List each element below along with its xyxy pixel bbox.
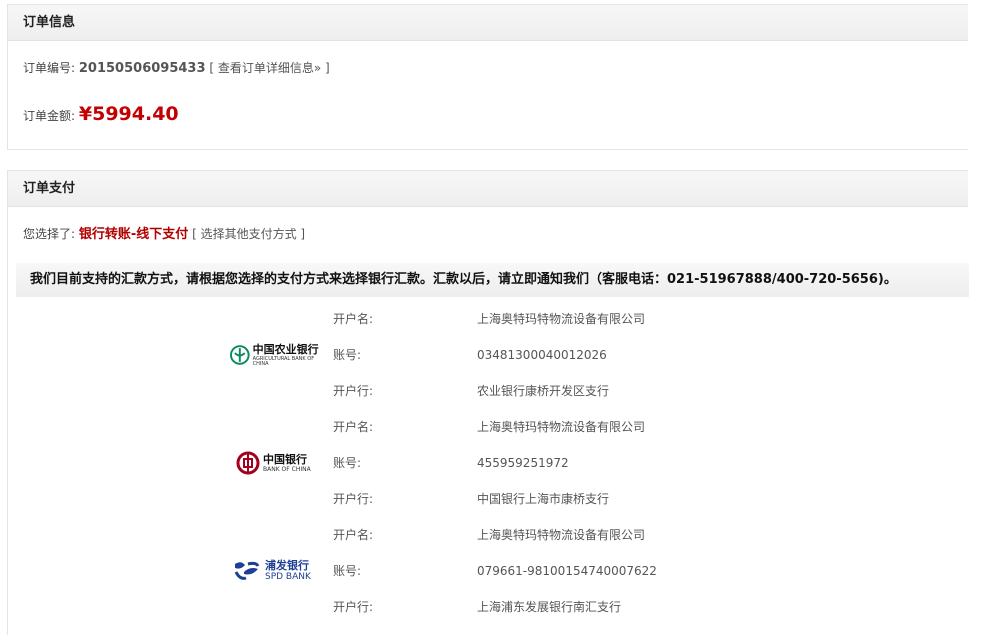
boc-bank-logo: 中国银行 BANK OF CHINA <box>230 449 330 477</box>
abc-logo-cn: 中国农业银行 <box>252 342 319 356</box>
bank-row-value: 上海奥特玛特物流设备有限公司 <box>477 312 646 326</box>
order-info-panel: 订单信息 订单编号: 20150506095433 [ 查看订单详细信息» ] … <box>7 4 968 150</box>
bank-row-value: 455959251972 <box>477 456 569 470</box>
bank-row-label: 开户名: <box>333 420 374 434</box>
order-amount-line: 订单金额: ¥5994.40 <box>23 103 179 125</box>
bank-row-label: 开户名: <box>333 312 374 326</box>
spdb-logo-en: SPD BANK <box>265 572 311 582</box>
bank-row-label: 开户行: <box>333 600 374 614</box>
order-number-label: 订单编号: <box>23 61 76 75</box>
abc-logo-icon <box>230 345 250 365</box>
order-number-line: 订单编号: 20150506095433 [ 查看订单详细信息» ] <box>23 59 330 76</box>
order-info-title: 订单信息 <box>8 5 968 41</box>
order-number: 20150506095433 <box>78 61 206 76</box>
payment-method-line: 您选择了: 银行转账-线下支付 [ 选择其他支付方式 ] <box>23 223 305 242</box>
order-amount: ¥5994.40 <box>78 103 179 125</box>
bank-row-value: 上海奥特玛特物流设备有限公司 <box>477 420 646 434</box>
remittance-notice: 我们目前支持的汇款方式，请根据您选择的支付方式来选择银行汇款。汇款以后，请立即通… <box>16 263 969 297</box>
order-payment-title: 订单支付 <box>8 171 968 207</box>
boc-logo-cn: 中国银行 <box>263 452 307 466</box>
bank-row-value: 03481300040012026 <box>477 348 607 362</box>
abc-bank-logo: 中国农业银行 AGRICULTURAL BANK OF CHINA <box>230 341 330 369</box>
bank-row-label: 账号: <box>333 564 362 578</box>
boc-logo-icon <box>236 451 260 475</box>
bank-row-value: 上海浦东发展银行南汇支行 <box>477 600 622 614</box>
spdb-logo-icon <box>234 561 260 580</box>
boc-logo-en: BANK OF CHINA <box>263 465 311 473</box>
abc-logo-en: AGRICULTURAL BANK OF CHINA <box>252 355 315 367</box>
bank-row-value: 农业银行康桥开发区支行 <box>477 384 610 398</box>
order-amount-label: 订单金额: <box>23 109 76 123</box>
payment-method: 银行转账-线下支付 <box>78 227 189 242</box>
spdb-bank-logo: 浦发银行 SPD BANK <box>230 557 330 585</box>
order-payment-panel: 订单支付 您选择了: 银行转账-线下支付 [ 选择其他支付方式 ] 我们目前支持… <box>7 170 969 635</box>
order-detail-link[interactable]: [ 查看订单详细信息» ] <box>209 61 329 75</box>
choose-other-payment-link[interactable]: [ 选择其他支付方式 ] <box>192 227 305 241</box>
bank-row-label: 开户名: <box>333 528 374 542</box>
bank-row-label: 开户行: <box>333 492 374 506</box>
spdb-logo-cn: 浦发银行 <box>265 559 309 572</box>
bank-row-value: 079661-98100154740007622 <box>477 564 657 578</box>
bank-row-label: 账号: <box>333 348 362 362</box>
bank-row-label: 账号: <box>333 456 362 470</box>
bank-row-value: 中国银行上海市康桥支行 <box>477 492 610 506</box>
bank-row-label: 开户行: <box>333 384 374 398</box>
payment-chosen-label: 您选择了: <box>23 227 76 241</box>
bank-row-value: 上海奥特玛特物流设备有限公司 <box>477 528 646 542</box>
